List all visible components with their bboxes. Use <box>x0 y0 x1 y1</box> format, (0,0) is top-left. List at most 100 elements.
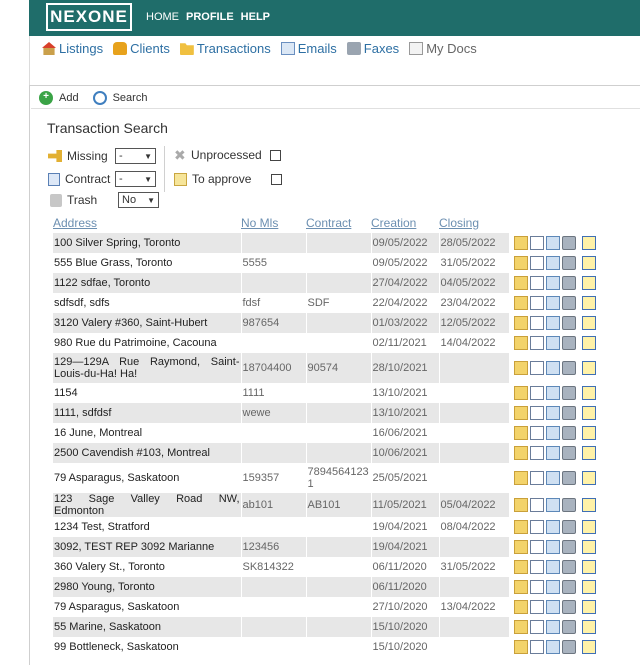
note-icon[interactable] <box>513 498 528 512</box>
cell-address[interactable]: 79 Asparagus, Saskatoon <box>53 463 242 493</box>
cell-address[interactable]: 99 Bottleneck, Saskatoon <box>53 637 242 657</box>
send-mail-icon[interactable] <box>545 640 560 654</box>
table-row[interactable]: 1111, sdfdsf wewe 13/10/2021 <box>53 403 605 423</box>
edit-icon[interactable] <box>581 236 596 250</box>
cell-address[interactable]: 980 Rue du Patrimoine, Cacouna <box>53 333 242 353</box>
cell-address[interactable]: 555 Blue Grass, Toronto <box>53 253 242 273</box>
print-icon[interactable] <box>561 406 576 420</box>
print-icon[interactable] <box>561 498 576 512</box>
table-row[interactable]: 100 Silver Spring, Toronto 09/05/2022 28/0… <box>53 233 605 253</box>
table-row[interactable]: sdfsdf, sdfs fdsf SDF 22/04/2022 23/04/2022 <box>53 293 605 313</box>
print-icon[interactable] <box>561 540 576 554</box>
cell-address[interactable]: sdfsdf, sdfs <box>53 293 242 313</box>
table-row[interactable]: 16 June, Montreal 16/06/2021 <box>53 423 605 443</box>
cell-address[interactable]: 360 Valery St., Toronto <box>53 557 242 577</box>
trash-select[interactable]: No ▼ <box>118 192 159 208</box>
print-icon[interactable] <box>561 446 576 460</box>
cell-address[interactable]: 3092, TEST REP 3092 Marianne <box>53 537 242 557</box>
note-icon[interactable] <box>513 620 528 634</box>
send-mail-icon[interactable] <box>545 236 560 250</box>
cell-address[interactable]: 129—129A Rue Raymond, Saint-Louis-du-Ha!… <box>53 353 242 383</box>
document-icon[interactable] <box>529 276 544 290</box>
nav-emails[interactable]: Emails <box>280 41 337 56</box>
document-icon[interactable] <box>529 316 544 330</box>
edit-icon[interactable] <box>581 361 596 375</box>
note-icon[interactable] <box>513 520 528 534</box>
table-row[interactable]: 2980 Young, Toronto 06/11/2020 <box>53 577 605 597</box>
edit-icon[interactable] <box>581 336 596 350</box>
column-contract[interactable]: Contract <box>306 216 371 233</box>
print-icon[interactable] <box>561 560 576 574</box>
send-mail-icon[interactable] <box>545 560 560 574</box>
send-mail-icon[interactable] <box>545 520 560 534</box>
send-mail-icon[interactable] <box>545 426 560 440</box>
table-row[interactable]: 3120 Valery #360, Saint-Hubert 987654 01/0… <box>53 313 605 333</box>
note-icon[interactable] <box>513 446 528 460</box>
cell-address[interactable]: 79 Asparagus, Saskatoon <box>53 597 242 617</box>
edit-icon[interactable] <box>581 640 596 654</box>
table-row[interactable]: 79 Asparagus, Saskatoon 159357 78945641231… <box>53 463 605 493</box>
document-icon[interactable] <box>529 580 544 594</box>
note-icon[interactable] <box>513 386 528 400</box>
send-mail-icon[interactable] <box>545 600 560 614</box>
send-mail-icon[interactable] <box>545 498 560 512</box>
nav-help[interactable]: HELP <box>241 11 270 23</box>
nav-my-docs[interactable]: My Docs <box>409 41 477 56</box>
edit-icon[interactable] <box>581 316 596 330</box>
unprocessed-checkbox[interactable] <box>270 149 281 161</box>
table-row[interactable]: 1234 Test, Stratford 19/04/2021 08/04/2022 <box>53 517 605 537</box>
print-icon[interactable] <box>561 620 576 634</box>
edit-icon[interactable] <box>581 600 596 614</box>
edit-icon[interactable] <box>581 446 596 460</box>
send-mail-icon[interactable] <box>545 471 560 485</box>
send-mail-icon[interactable] <box>545 386 560 400</box>
column-creation[interactable]: Creation <box>371 216 439 233</box>
send-mail-icon[interactable] <box>545 540 560 554</box>
table-row[interactable]: 1122 sdfae, Toronto 27/04/2022 04/05/2022 <box>53 273 605 293</box>
print-icon[interactable] <box>561 336 576 350</box>
print-icon[interactable] <box>561 426 576 440</box>
print-icon[interactable] <box>561 256 576 270</box>
note-icon[interactable] <box>513 540 528 554</box>
table-row[interactable]: 555 Blue Grass, Toronto 5555 09/05/2022 31/… <box>53 253 605 273</box>
cell-address[interactable]: 1234 Test, Stratford <box>53 517 242 537</box>
document-icon[interactable] <box>529 406 544 420</box>
cell-address[interactable]: 123 Sage Valley Road NW, Edmonton <box>53 493 242 517</box>
document-icon[interactable] <box>529 600 544 614</box>
send-mail-icon[interactable] <box>545 620 560 634</box>
send-mail-icon[interactable] <box>545 316 560 330</box>
cell-address[interactable]: 55 Marine, Saskatoon <box>53 617 242 637</box>
nav-profile[interactable]: PROFILE <box>186 11 234 23</box>
send-mail-icon[interactable] <box>545 406 560 420</box>
cell-address[interactable]: 16 June, Montreal <box>53 423 242 443</box>
edit-icon[interactable] <box>581 560 596 574</box>
edit-icon[interactable] <box>581 296 596 310</box>
note-icon[interactable] <box>513 560 528 574</box>
note-icon[interactable] <box>513 600 528 614</box>
document-icon[interactable] <box>529 498 544 512</box>
document-icon[interactable] <box>529 540 544 554</box>
table-row[interactable]: 980 Rue du Patrimoine, Cacouna 02/11/2021… <box>53 333 605 353</box>
document-icon[interactable] <box>529 386 544 400</box>
send-mail-icon[interactable] <box>545 336 560 350</box>
document-icon[interactable] <box>529 560 544 574</box>
edit-icon[interactable] <box>581 471 596 485</box>
edit-icon[interactable] <box>581 520 596 534</box>
document-icon[interactable] <box>529 256 544 270</box>
document-icon[interactable] <box>529 471 544 485</box>
note-icon[interactable] <box>513 406 528 420</box>
print-icon[interactable] <box>561 580 576 594</box>
edit-icon[interactable] <box>581 540 596 554</box>
contract-select[interactable]: - ▼ <box>115 171 156 187</box>
document-icon[interactable] <box>529 446 544 460</box>
document-icon[interactable] <box>529 296 544 310</box>
print-icon[interactable] <box>561 276 576 290</box>
table-row[interactable]: 123 Sage Valley Road NW, Edmonton ab101 AB… <box>53 493 605 517</box>
note-icon[interactable] <box>513 471 528 485</box>
table-row[interactable]: 55 Marine, Saskatoon 15/10/2020 <box>53 617 605 637</box>
print-icon[interactable] <box>561 600 576 614</box>
edit-icon[interactable] <box>581 276 596 290</box>
print-icon[interactable] <box>561 640 576 654</box>
send-mail-icon[interactable] <box>545 296 560 310</box>
print-icon[interactable] <box>561 296 576 310</box>
